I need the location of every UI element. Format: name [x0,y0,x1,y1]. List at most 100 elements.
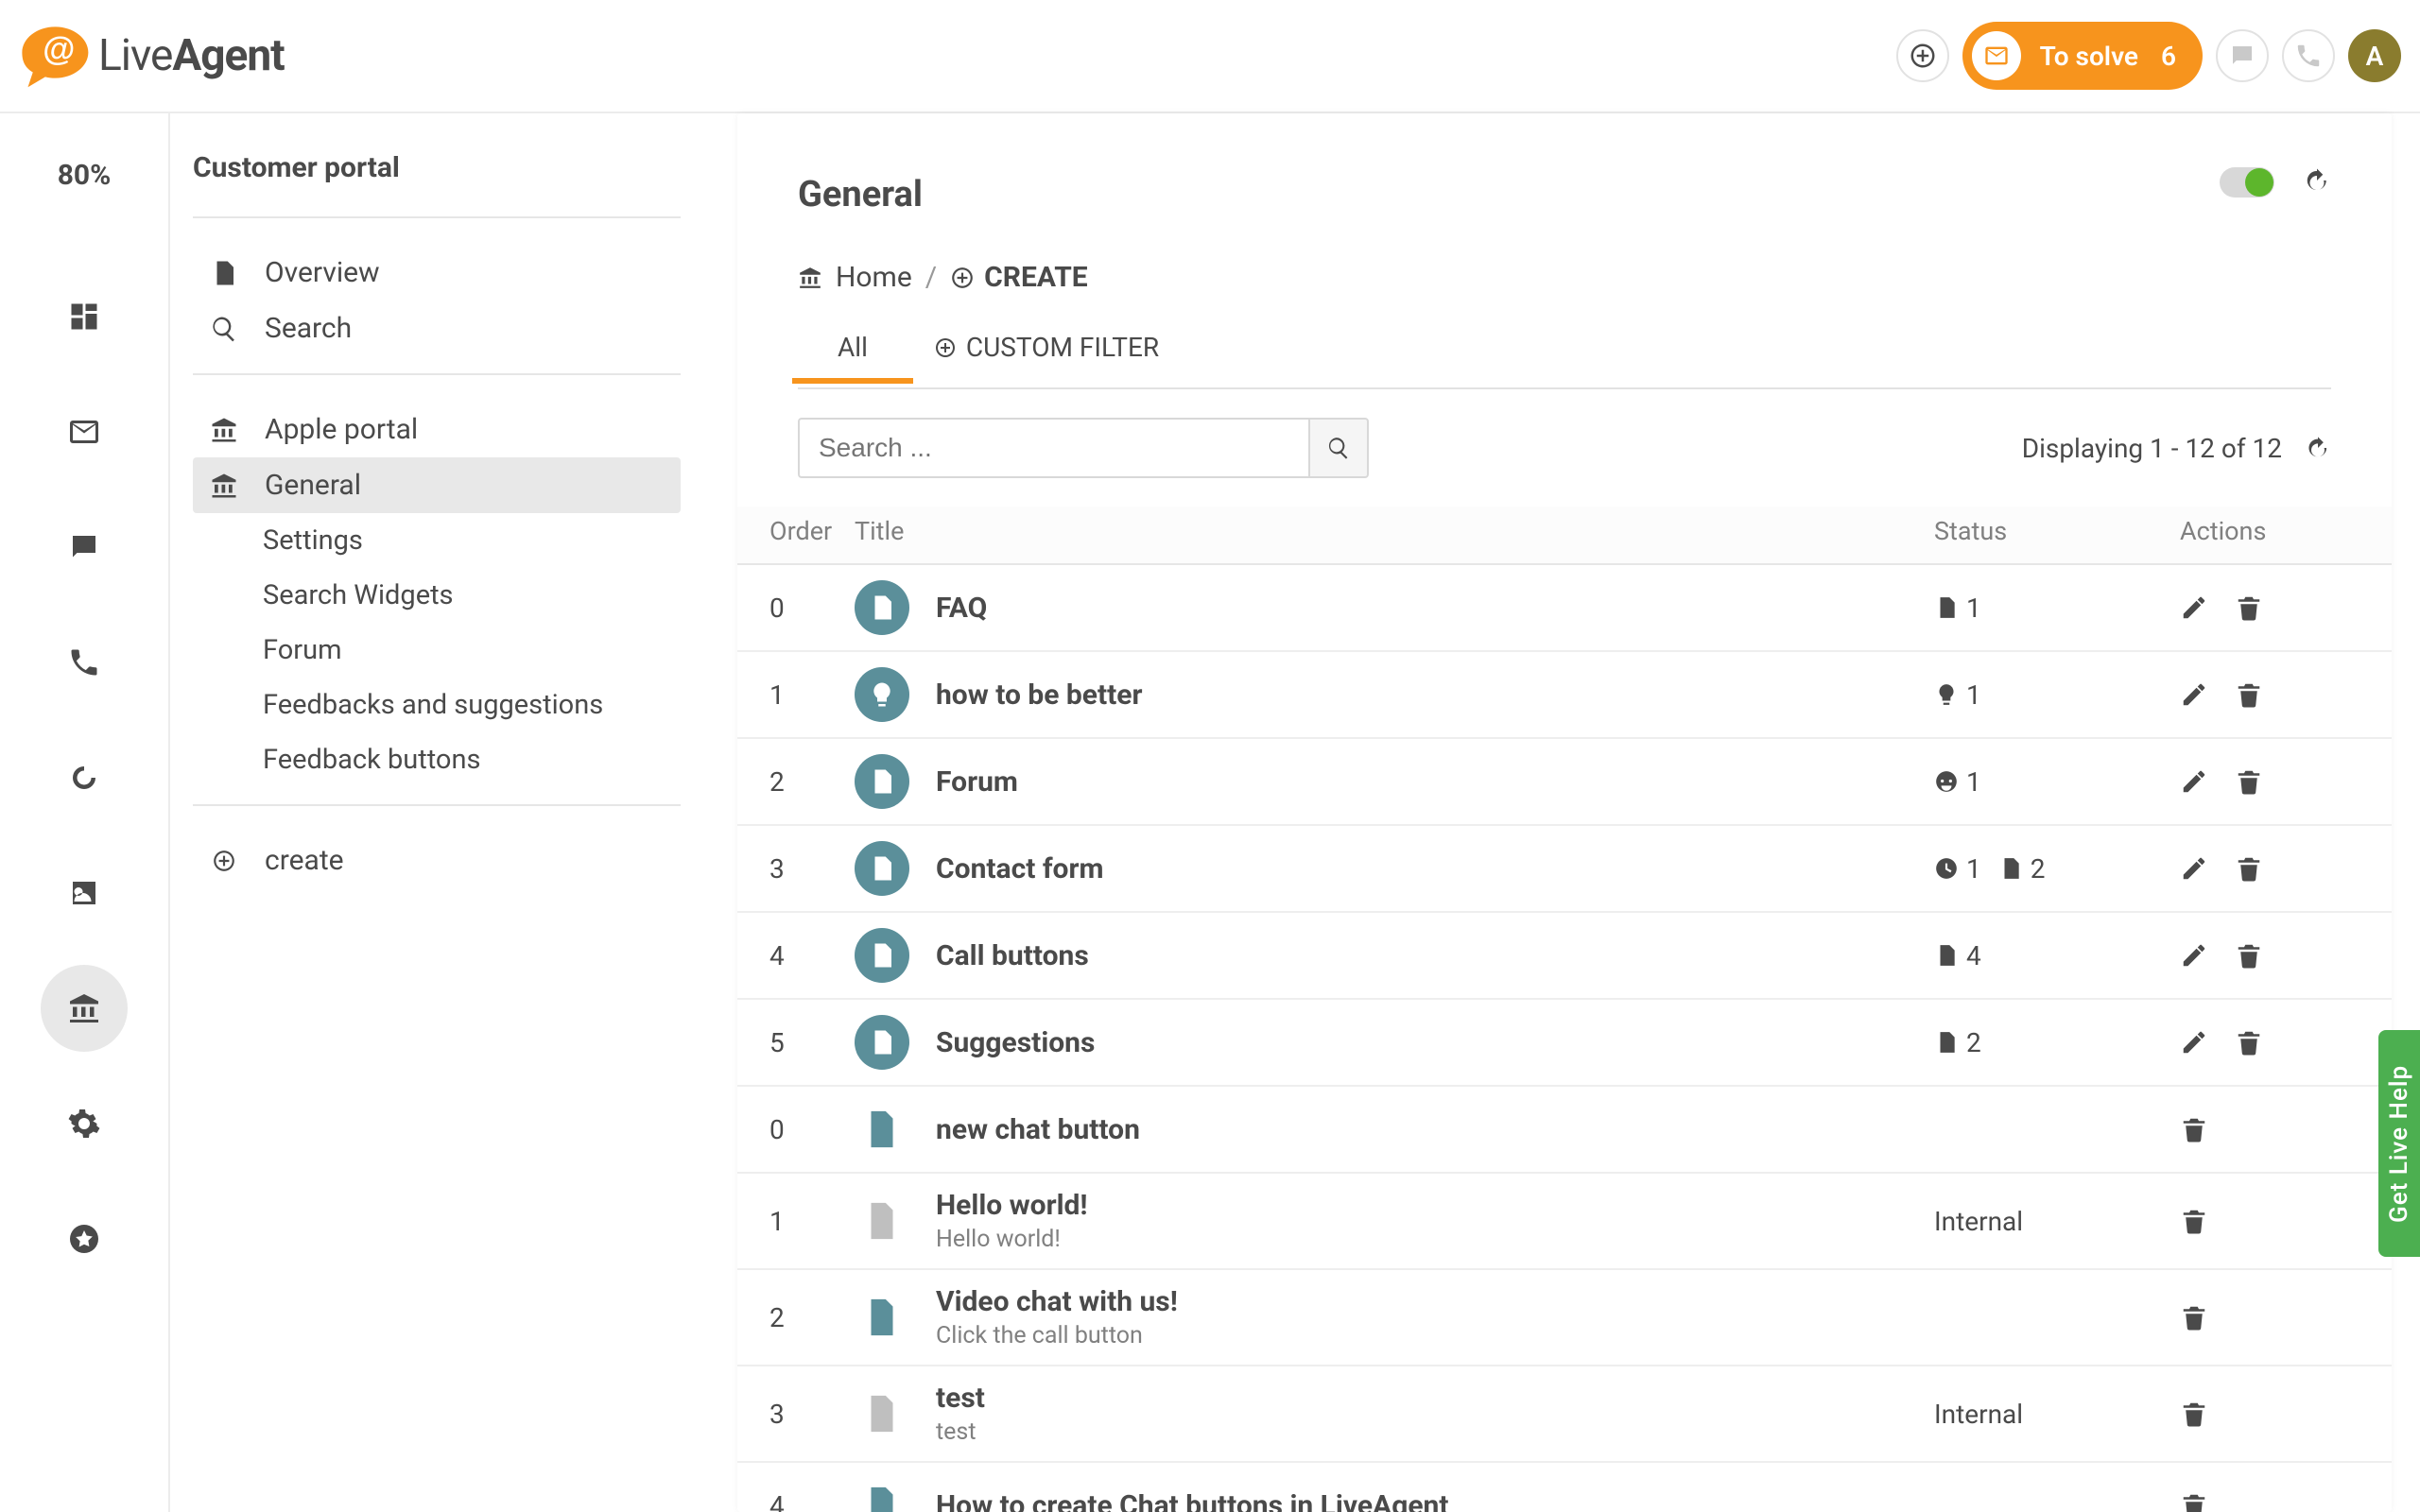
row-title-cell: FAQ [855,580,1934,635]
trash-icon[interactable] [2235,767,2263,796]
col-order[interactable]: Order [769,516,855,546]
nav-contacts[interactable] [41,850,128,936]
trash-icon[interactable] [2235,680,2263,709]
trash-icon[interactable] [2235,593,2263,622]
topbar-call-button[interactable] [2282,29,2335,82]
sidebar-settings[interactable]: Settings [193,513,681,568]
trash-icon[interactable] [2180,1400,2208,1428]
bank-icon [210,416,238,444]
row-order: 0 [769,1114,855,1145]
col-status[interactable]: Status [1934,516,2180,546]
display-count: Displaying 1 - 12 of 12 [2022,433,2282,464]
refresh-list-button[interactable] [2305,435,2331,461]
live-help-tab[interactable]: Get Live Help [2378,1030,2420,1257]
sidebar-forum[interactable]: Forum [193,623,681,678]
nav-mail[interactable] [41,388,128,475]
row-actions [2180,767,2331,796]
sidebar-feedbacks[interactable]: Feedbacks and suggestions [193,678,681,732]
edit-icon[interactable] [2180,1028,2208,1057]
trash-icon[interactable] [2235,941,2263,970]
row-status-cell: 1 [1934,679,2180,711]
row-order: 4 [769,1490,855,1512]
row-order: 3 [769,853,855,885]
svg-text:@: @ [43,30,75,67]
table-row[interactable]: 4Call buttons4 [737,913,2392,1000]
nav-knowledgebase[interactable] [41,965,128,1052]
col-title[interactable]: Title [855,516,1934,546]
sidebar-portal-apple[interactable]: Apple portal [193,402,681,457]
table-row[interactable]: 1how to be better1 [737,652,2392,739]
table-row[interactable]: 2Video chat with us!Click the call butto… [737,1270,2392,1366]
nav-activity[interactable] [41,734,128,821]
edit-icon[interactable] [2180,680,2208,709]
edit-icon[interactable] [2180,941,2208,970]
breadcrumb-home[interactable]: Home [836,261,912,294]
table-row[interactable]: 3Contact form12 [737,826,2392,913]
trash-icon[interactable] [2180,1207,2208,1235]
search-input[interactable] [798,418,1308,478]
edit-icon[interactable] [2180,854,2208,883]
row-actions [2180,1028,2331,1057]
breadcrumb-create[interactable]: CREATE [950,261,1088,294]
nav-extensions[interactable] [41,1195,128,1282]
trash-icon[interactable] [2180,1303,2208,1332]
table-row[interactable]: 2Forum1 [737,739,2392,826]
row-title-cell: How to create Chat buttons in LiveAgent [855,1478,1934,1512]
trash-icon[interactable] [2235,1028,2263,1057]
table-row[interactable]: 1Hello world!Hello world!Internal [737,1174,2392,1270]
trash-icon[interactable] [2235,854,2263,883]
table-row[interactable]: 5Suggestions2 [737,1000,2392,1087]
search-button[interactable] [1308,418,1369,478]
row-order: 1 [769,679,855,711]
to-solve-count: 6 [2161,41,2176,72]
row-status-cell: 1 [1934,766,2180,798]
refresh-page-button[interactable] [2303,166,2331,198]
tab-all[interactable]: All [838,332,868,382]
row-order: 4 [769,940,855,971]
to-solve-button[interactable]: To solve 6 [1962,22,2203,90]
sidebar-search-widgets[interactable]: Search Widgets [193,568,681,623]
row-type-icon [855,580,909,635]
nav-dashboard[interactable] [41,273,128,360]
phone-icon [67,645,101,679]
table-row[interactable]: 4How to create Chat buttons in LiveAgent [737,1463,2392,1512]
to-solve-label: To solve [2040,41,2138,72]
plus-circle-icon [210,849,238,873]
sidebar-portal-general[interactable]: General [193,457,681,513]
status-stat: 2 [1998,853,2046,885]
sidebar-overview[interactable]: Overview [193,245,681,301]
nav-call[interactable] [41,619,128,706]
nav-chat[interactable] [41,504,128,591]
nav-settings[interactable] [41,1080,128,1167]
sidebar-title: Customer portal [193,151,681,216]
row-status-cell: Internal [1934,1206,2180,1237]
col-actions[interactable]: Actions [2180,516,2331,546]
add-button[interactable] [1896,29,1949,82]
row-title: new chat button [936,1113,1140,1146]
table-row[interactable]: 0FAQ1 [737,565,2392,652]
tab-custom-filter[interactable]: CUSTOM FILTER [934,332,1159,382]
edit-icon[interactable] [2180,593,2208,622]
row-subtitle: Hello world! [936,1226,1088,1253]
table-row[interactable]: 3testtestInternal [737,1366,2392,1463]
row-title-cell: new chat button [855,1102,1934,1157]
star-icon [67,1222,101,1256]
row-title: Hello world! [936,1189,1088,1222]
table-row[interactable]: 0 new chat button [737,1087,2392,1174]
page-title: General [798,174,2331,215]
row-title: Call buttons [936,939,1089,972]
trash-icon[interactable] [2180,1491,2208,1512]
sidebar-search[interactable]: Search [193,301,681,356]
publish-toggle[interactable] [2220,167,2274,198]
edit-icon[interactable] [2180,767,2208,796]
avatar[interactable]: A [2348,29,2401,82]
row-order: 3 [769,1399,855,1430]
row-title-cell: Suggestions [855,1015,1934,1070]
topbar-chat-button[interactable] [2216,29,2269,82]
logo[interactable]: @ LiveAgent [9,23,285,89]
sidebar-create[interactable]: create [193,833,681,888]
row-status-cell: 1 [1934,593,2180,624]
trash-icon[interactable] [2180,1115,2208,1143]
storage-percent[interactable]: 80% [58,159,112,192]
sidebar-feedback-buttons[interactable]: Feedback buttons [193,732,681,787]
